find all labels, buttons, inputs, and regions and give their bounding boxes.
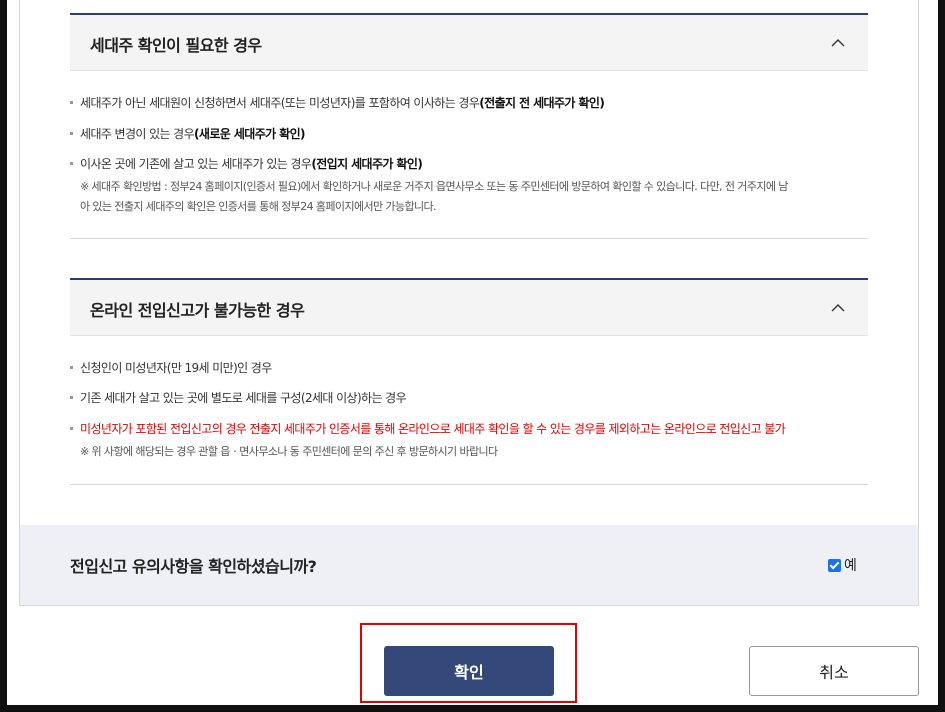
chevron-up-icon[interactable] [830, 35, 846, 51]
checkbox-checked-icon[interactable] [828, 558, 841, 572]
bullet-icon [70, 132, 73, 135]
divider [70, 484, 868, 485]
cancel-button[interactable]: 취소 [749, 646, 919, 696]
list-item: 신청인이 미성년자(만 19세 미만)인 경우 [70, 359, 272, 376]
section-title: 온라인 전입신고가 불가능한 경우 [90, 301, 305, 320]
chevron-up-icon[interactable] [830, 300, 846, 316]
bullet-icon [70, 427, 73, 430]
bullet-icon [70, 366, 73, 369]
warning-list-item: 미성년자가 포함된 전입신고의 경우 전출지 세대주가 인증서를 통해 온라인으… [70, 420, 786, 437]
ok-button[interactable]: 확인 [384, 646, 554, 696]
divider [70, 238, 868, 239]
section-header[interactable]: 온라인 전입신고가 불가능한 경우 [70, 278, 868, 336]
section-header[interactable]: 세대주 확인이 필요한 경우 [70, 13, 868, 71]
bullet-icon [70, 396, 73, 399]
checkbox-label[interactable]: 예 [844, 555, 857, 575]
list-item: 세대주 변경이 있는 경우(새로운 세대주가 확인) [70, 125, 306, 142]
note-text: ※ 위 사항에 해당되는 경우 관할 읍ㆍ면사무소나 동 주민센터에 문의 주신… [80, 445, 498, 458]
bullet-icon [70, 162, 73, 165]
section-title: 세대주 확인이 필요한 경우 [90, 36, 262, 55]
confirm-bar: 전입신고 유의사항을 확인하셨습니까? 예 [20, 525, 918, 605]
confirm-checkbox[interactable]: 예 [828, 555, 857, 575]
list-item: 세대주가 아닌 세대원이 신청하면서 세대주(또는 미성년자)를 포함하여 이사… [70, 94, 605, 111]
confirm-question: 전입신고 유의사항을 확인하셨습니까? [70, 557, 317, 576]
note-text: ※ 세대주 확인방법 : 정부24 홈페이지(인증서 필요)에서 확인하거나 새… [80, 180, 788, 213]
list-item: 이사온 곳에 기존에 살고 있는 세대주가 있는 경우(전입지 세대주가 확인) [70, 155, 423, 172]
list-item: 기존 세대가 살고 있는 곳에 별도로 세대를 구성(2세대 이상)하는 경우 [70, 389, 407, 406]
bullet-icon [70, 101, 73, 104]
